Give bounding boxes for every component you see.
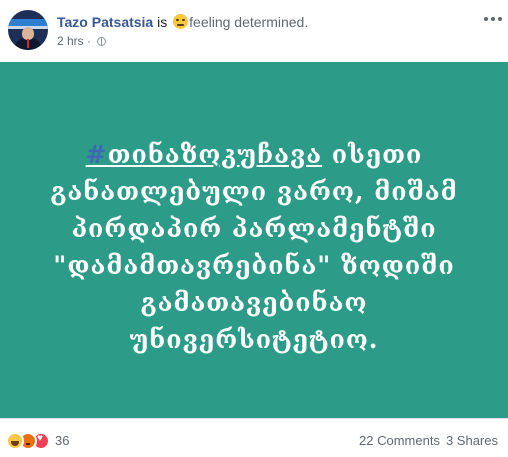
post-image[interactable]: #თინაზოკუჩავა ისეთი განათლებული ვარო, მი… xyxy=(0,62,508,418)
post-stats: 22 Comments 3 Shares xyxy=(359,433,498,448)
globe-icon[interactable] xyxy=(97,37,107,46)
image-text-line: პირდაპირ პარლამენტში xyxy=(71,214,437,243)
hashtag-word: თინაზოკუჩავა xyxy=(107,140,323,169)
hashtag-link[interactable]: #თინაზოკუჩავა xyxy=(86,140,322,169)
dot-icon xyxy=(498,17,502,21)
image-text-line: განათლებული ვარო, მიშამ xyxy=(50,177,458,206)
facebook-post: Tazo Patsatsia is feeling determined. 2 … xyxy=(0,0,508,457)
image-text: #თინაზოკუჩავა ისეთი განათლებული ვარო, მი… xyxy=(0,136,508,358)
is-text: is xyxy=(157,14,168,30)
post-meta: 2 hrs · xyxy=(57,33,107,49)
reaction-count[interactable]: 36 xyxy=(55,433,69,448)
dot-icon xyxy=(491,17,495,21)
feeling-text[interactable]: feeling determined. xyxy=(189,14,308,30)
post-title-line: Tazo Patsatsia is feeling determined. xyxy=(57,13,308,31)
author-name[interactable]: Tazo Patsatsia xyxy=(57,14,153,30)
avatar-background-band xyxy=(8,19,48,26)
determined-face-emoji-icon xyxy=(173,14,189,29)
post-header: Tazo Patsatsia is feeling determined. 2 … xyxy=(0,0,508,62)
image-text-line: #თინაზოკუჩავა ისეთი xyxy=(0,136,508,173)
author-avatar[interactable] xyxy=(8,10,48,50)
post-time[interactable]: 2 hrs xyxy=(57,34,84,48)
dot-icon xyxy=(484,17,488,21)
hash-symbol: # xyxy=(85,140,108,169)
shares-count[interactable]: 3 Shares xyxy=(446,433,498,448)
image-text-line: უნივერსიტეტიო. xyxy=(129,325,379,354)
meta-separator: · xyxy=(87,34,92,48)
post-footer: 36 22 Comments 3 Shares xyxy=(0,418,508,457)
comments-count[interactable]: 22 Comments xyxy=(359,433,440,448)
line1-rest: ისეთი xyxy=(322,140,423,169)
haha-reaction-icon xyxy=(6,432,24,450)
image-text-line: "დამამთავრებინა" ზოდიში xyxy=(53,251,455,280)
avatar-tie xyxy=(27,39,29,48)
more-options-button[interactable] xyxy=(484,14,502,24)
image-text-line: გამათავებინაო xyxy=(140,288,368,317)
